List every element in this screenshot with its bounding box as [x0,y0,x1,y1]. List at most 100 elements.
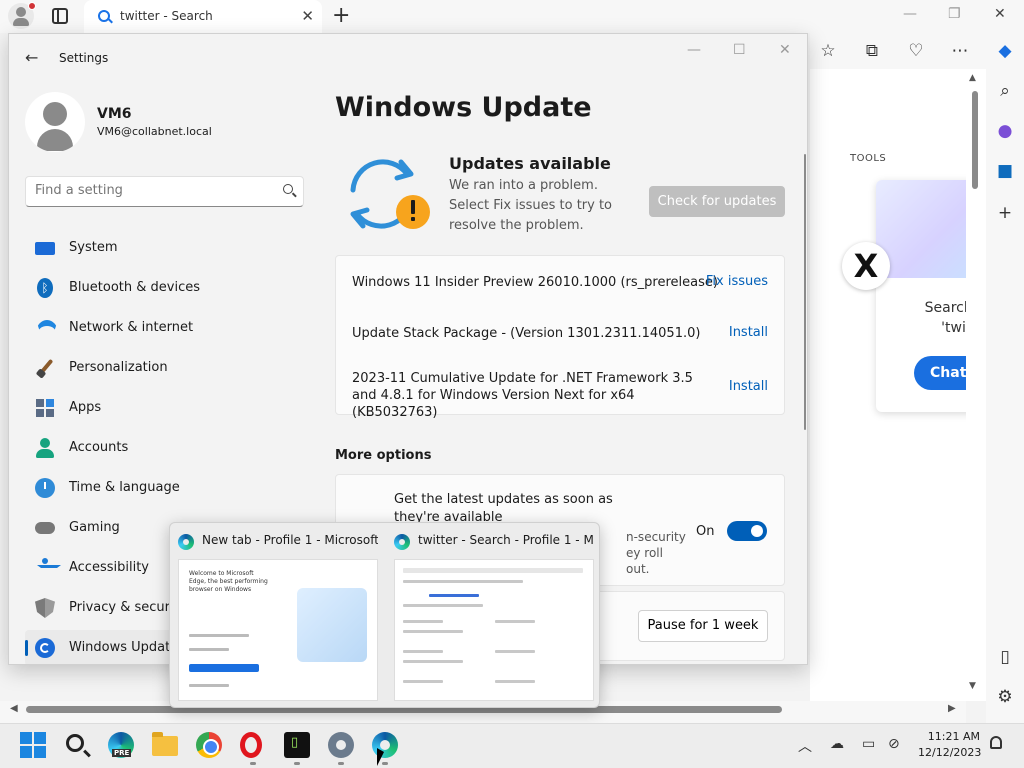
update-item-name: 2023-11 Cumulative Update for .NET Frame… [352,371,693,420]
performance-icon[interactable]: ♡ [906,41,926,61]
page-vertical-scrollbar[interactable]: ▲ ▼ [966,69,984,701]
accessibility-icon [35,558,61,578]
taskbar-thumbnail-popup: New tab - Profile 1 - Microsoft ... Welc… [169,522,600,708]
close-icon[interactable]: ✕ [994,6,1006,22]
x-logo-icon[interactable]: X [842,242,890,290]
system-icon [35,242,55,255]
nav-accounts[interactable]: Accounts [25,430,317,466]
tab-close-icon[interactable]: ✕ [301,7,314,25]
bluetooth-icon: ᛒ [37,278,53,298]
edge-sidebar: ◆ ⌕ ● ■ + ▯ ⚙ [986,33,1024,723]
status-heading: Updates available [449,154,611,173]
edge-icon[interactable] [372,732,398,758]
edge-icon [394,534,410,550]
copilot-card: Search sn 'twitt Chat [876,180,976,412]
controller-icon [35,522,55,534]
update-icon [35,638,55,658]
nav-network[interactable]: Network & internet [25,310,317,346]
office-icon[interactable]: ● [995,121,1015,141]
thumbnail-twitter-search[interactable]: twitter - Search - Profile 1 - Mic... [386,523,598,707]
gear-icon[interactable]: ⚙ [995,687,1015,707]
update-list: Windows 11 Insider Preview 26010.1000 (r… [335,255,785,420]
user-name: VM6 [97,106,132,122]
start-icon[interactable] [20,732,46,758]
opera-icon[interactable] [240,732,262,758]
latest-updates-toggle[interactable] [727,521,767,541]
option-subtext: n-security [626,530,686,544]
minimize-icon[interactable]: — [903,6,917,22]
nav-apps[interactable]: Apps [25,390,317,426]
back-arrow-icon[interactable]: ← [25,48,38,67]
new-tab-button[interactable]: + [332,3,350,28]
brush-icon [35,358,55,378]
more-icon[interactable]: ⋯ [950,41,970,61]
cloud-offline-icon[interactable]: ☁ [830,736,844,752]
restore-icon[interactable]: ❐ [948,6,961,22]
date: 12/12/2023 [918,746,982,759]
tools-label: TOOLS [850,153,887,164]
page-title: Windows Update [335,92,592,123]
thumbnail-preview: Welcome to Microsoft Edge, the best perf… [178,559,378,701]
thumbnail-new-tab[interactable]: New tab - Profile 1 - Microsoft ... Welc… [170,523,382,707]
clock[interactable]: 11:21 AM 12/12/2023 [918,729,982,761]
nav-bluetooth[interactable]: ᛒ Bluetooth & devices [25,270,317,306]
collections-icon[interactable]: ⧉ [862,41,882,61]
window-title: Settings [59,51,109,65]
user-email: VM6@collabnet.local [97,125,212,138]
search-icon[interactable]: ⌕ [995,81,1015,101]
find-setting-search[interactable] [25,176,304,207]
add-icon[interactable]: + [995,203,1015,223]
install-link[interactable]: Install [729,379,768,394]
apps-icon [35,398,55,418]
fix-issues-link[interactable]: Fix issues [706,274,768,289]
person-icon [35,438,55,458]
avatar[interactable] [25,92,85,152]
tab-title: twitter - Search [120,9,213,23]
search-icon [98,10,110,22]
edge-icon [178,534,194,550]
maximize-icon[interactable]: ☐ [733,42,746,58]
file-explorer-icon[interactable] [152,732,178,756]
tab-actions-icon[interactable] [52,8,68,24]
terminal-icon[interactable] [284,732,310,758]
browser-tab-strip: twitter - Search ✕ + — ❐ ✕ [0,0,1024,33]
edge-canary-icon[interactable] [108,732,134,758]
toggle-label: On [696,524,715,539]
minimize-icon[interactable]: — [687,42,701,58]
taskbar: ︿ ☁ ▭ ⊘ 11:21 AM 12/12/2023 [0,723,1024,768]
thumbnail-caption: Welcome to Microsoft Edge, the best perf… [189,570,268,593]
shield-icon [35,598,55,618]
search-icon[interactable] [66,734,84,752]
mouse-cursor-icon [377,748,384,766]
search-input[interactable] [35,183,271,198]
notification-bell-icon[interactable] [990,736,1002,749]
pause-button[interactable]: Pause for 1 week [638,610,768,642]
chrome-icon[interactable] [196,732,222,758]
volume-muted-icon[interactable]: ⊘ [888,736,900,752]
nav-time-language[interactable]: Time & language [25,470,317,506]
install-link[interactable]: Install [729,325,768,340]
nav-system[interactable]: System [25,230,317,266]
check-for-updates-button[interactable]: Check for updates [649,186,785,217]
browser-page: TOOLS Search sn 'twitt Chat X [810,69,986,701]
thumbnail-title: New tab - Profile 1 - Microsoft ... [202,533,378,547]
clock-globe-icon [35,478,55,498]
sidebar-toggle-icon[interactable]: ▯ [995,647,1015,667]
profile-avatar[interactable] [8,2,36,29]
status-description: We ran into a problem. Select Fix issues… [449,178,613,233]
option-subtext: ey roll out. [626,546,663,576]
nav-personalization[interactable]: Personalization [25,350,317,386]
network-icon[interactable]: ▭ [862,736,875,752]
settings-icon[interactable] [328,732,354,758]
time: 11:21 AM [927,730,980,743]
settings-scrollbar[interactable] [804,154,806,430]
thumbnail-title: twitter - Search - Profile 1 - Mic... [418,533,594,547]
update-item-name: Update Stack Package - (Version 1301.231… [352,326,701,341]
browser-tab[interactable]: twitter - Search ✕ [84,0,322,33]
copilot-icon[interactable]: ◆ [995,41,1015,61]
chevron-up-icon[interactable]: ︿ [798,736,812,756]
search-icon [283,184,293,194]
outlook-icon[interactable]: ■ [995,161,1015,181]
favorites-icon[interactable]: ☆ [818,41,838,61]
close-icon[interactable]: ✕ [779,42,791,58]
